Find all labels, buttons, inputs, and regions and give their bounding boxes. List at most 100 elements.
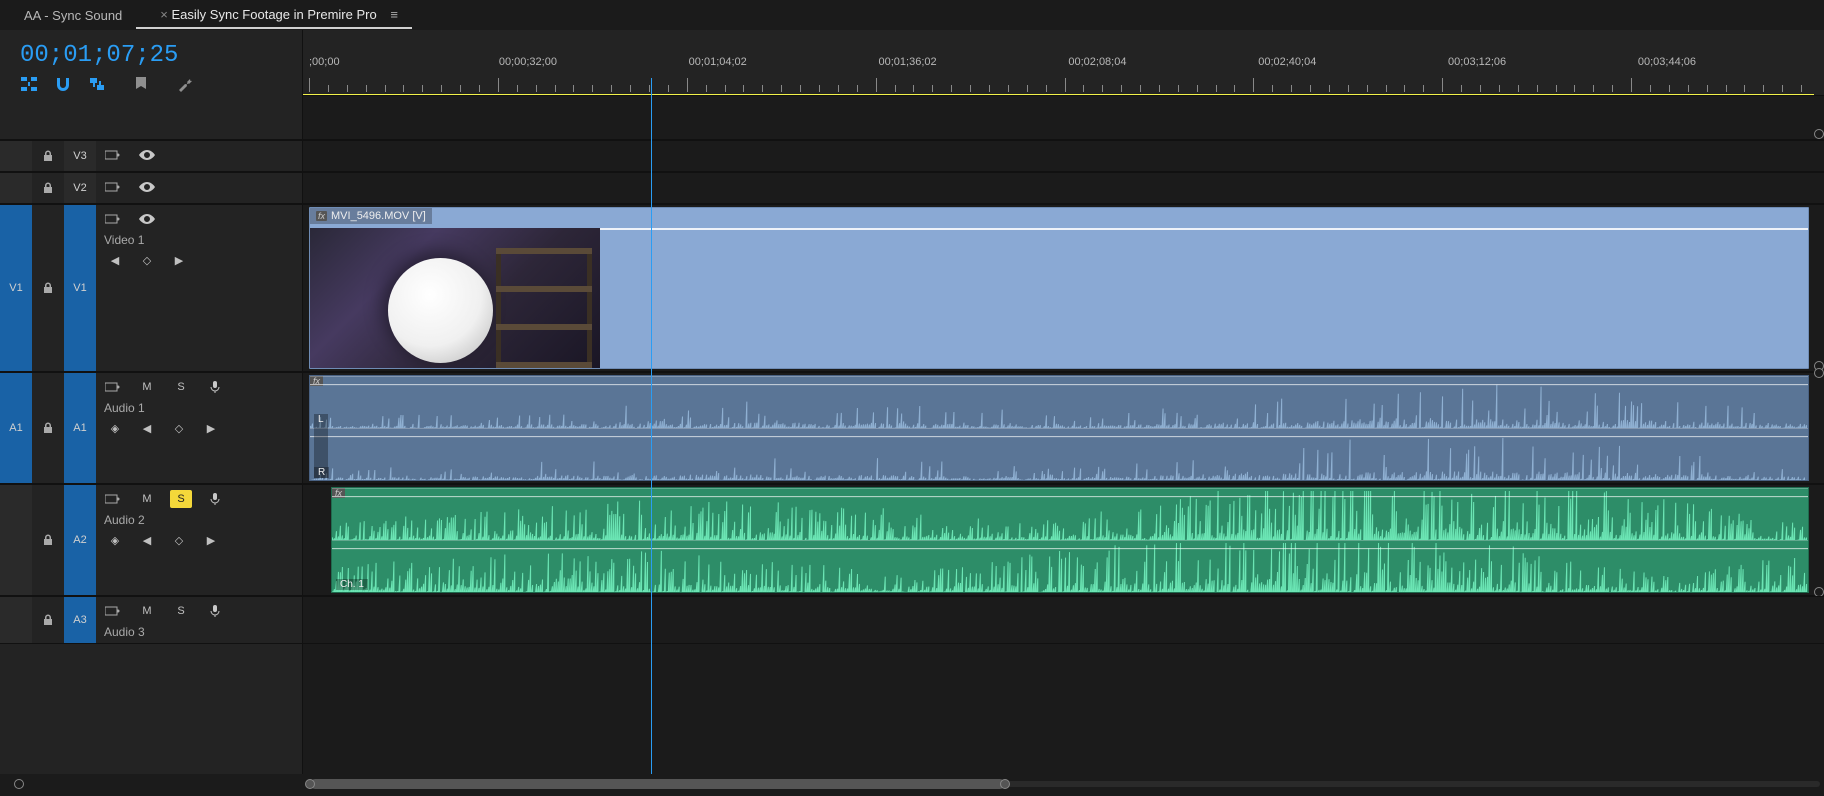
solo-button[interactable]: S [170,602,192,620]
playhead-timecode[interactable]: 00;01;07;25 [0,30,302,71]
track-label: Audio 1 [102,401,296,415]
sequence-tab[interactable]: AA - Sync Sound [10,2,136,28]
keyframe-nav: ◈ ◀ ◇ ▶ [102,531,296,549]
horizontal-zoom-scrollbar[interactable] [0,774,1824,794]
track-header-v1: V1 V1 Video 1 ◀ ◇ ▶ [0,204,302,372]
sync-lock-icon[interactable] [102,146,124,164]
waveform-channel-r [310,428,1808,480]
source-patch-v1[interactable]: V1 [0,205,32,371]
zoom-handle-icon[interactable] [1000,779,1010,789]
keyframe-mode-icon[interactable]: ◈ [104,419,126,437]
sequence-tab-active[interactable]: × Easily Sync Footage in Premire Pro ≡ [136,1,412,29]
lock-toggle-v1[interactable] [32,205,64,371]
source-patch-v3[interactable] [0,141,32,171]
track-header-v2: V2 [0,172,302,204]
prev-keyframe-icon[interactable]: ◀ [136,419,158,437]
source-patch-a1[interactable]: A1 [0,373,32,483]
fx-badge-icon[interactable]: fx [316,211,327,221]
prev-keyframe-icon[interactable]: ◀ [136,531,158,549]
scrollbar-track[interactable] [310,781,1820,787]
close-icon[interactable]: × [160,7,168,22]
video-clip[interactable]: fx MVI_5496.MOV [V] [309,207,1809,369]
target-patch-v3[interactable]: V3 [64,141,96,171]
sync-lock-icon[interactable] [102,210,124,228]
sync-lock-icon[interactable] [102,490,124,508]
sequence-tabs-bar: AA - Sync Sound × Easily Sync Footage in… [0,0,1824,30]
add-keyframe-icon[interactable]: ◇ [136,251,158,269]
track-row-a3[interactable] [303,596,1824,644]
target-patch-a2[interactable]: A2 [64,485,96,595]
linked-selection-icon[interactable] [88,75,106,93]
track-row-v1[interactable]: fx MVI_5496.MOV [V] [303,204,1824,372]
solo-button-active[interactable]: S [170,490,192,508]
channel-label-r: R [314,467,329,478]
snap-icon[interactable] [54,75,72,93]
track-row-v3[interactable] [303,140,1824,172]
next-keyframe-icon[interactable]: ▶ [200,419,222,437]
ruler-label: 00;01;36;02 [879,56,937,68]
keyframe-nav: ◈ ◀ ◇ ▶ [102,419,296,437]
sync-lock-icon[interactable] [102,602,124,620]
waveform-channel [332,540,1808,592]
track-row-a2[interactable]: fx Ch. 1 [303,484,1824,596]
target-patch-v2[interactable]: V2 [64,173,96,203]
zoom-handle-icon[interactable] [305,779,315,789]
source-patch-a3[interactable] [0,597,32,643]
audio-clip-a1[interactable]: fx L R [309,375,1809,481]
track-resize-handle-icon[interactable] [1814,368,1824,378]
panel-menu-icon[interactable]: ≡ [390,7,398,22]
scrollbar-thumb[interactable] [310,779,1005,789]
source-patch-a2[interactable] [0,485,32,595]
ruler-label: 00;02;40;04 [1258,56,1316,68]
target-patch-a1[interactable]: A1 [64,373,96,483]
ruler-label: 00;02;08;04 [1068,56,1126,68]
spacer-top [303,95,1824,140]
next-keyframe-icon[interactable]: ▶ [200,531,222,549]
mute-button[interactable]: M [136,378,158,396]
mute-button[interactable]: M [136,602,158,620]
mute-button[interactable]: M [136,490,158,508]
track-row-v2[interactable] [303,172,1824,204]
audio-clip-a2[interactable]: fx Ch. 1 [331,487,1809,593]
target-patch-a3[interactable]: A3 [64,597,96,643]
eye-icon[interactable] [136,146,158,164]
add-keyframe-icon[interactable]: ◇ [168,531,190,549]
voiceover-mic-icon[interactable] [204,378,226,396]
timeline-body: V3 V2 V1 V1 [0,95,1824,774]
eye-icon[interactable] [136,178,158,196]
lock-toggle-v3[interactable] [32,141,64,171]
solo-button[interactable]: S [170,378,192,396]
add-keyframe-icon[interactable]: ◇ [168,419,190,437]
zoom-handle-left-icon[interactable] [14,779,24,789]
prev-keyframe-icon[interactable]: ◀ [104,251,126,269]
clip-thumbnail [310,228,600,368]
target-patch-v1[interactable]: V1 [64,205,96,371]
lock-toggle-v2[interactable] [32,173,64,203]
time-ruler[interactable]: ;00;0000;00;32;0000;01;04;0200;01;36;020… [303,56,1814,92]
keyframe-mode-icon[interactable]: ◈ [104,531,126,549]
next-keyframe-icon[interactable]: ▶ [168,251,190,269]
settings-wrench-icon[interactable] [176,75,194,93]
source-patch-v2[interactable] [0,173,32,203]
clip-content-area[interactable]: fx MVI_5496.MOV [V] fx L R fx [303,95,1824,774]
waveform-channel-l [310,376,1808,428]
timeline-header-left: 00;01;07;25 [0,30,303,95]
markers-icon[interactable] [132,75,150,93]
ruler-label: 00;03;44;06 [1638,56,1696,68]
lock-toggle-a2[interactable] [32,485,64,595]
lock-toggle-a3[interactable] [32,597,64,643]
track-row-a1[interactable]: fx L R [303,372,1824,484]
sync-lock-icon[interactable] [102,378,124,396]
eye-icon[interactable] [136,210,158,228]
clip-name: MVI_5496.MOV [V] [331,210,426,222]
nest-icon[interactable] [20,75,38,93]
timeline-toolbar [0,71,302,93]
sync-lock-icon[interactable] [102,178,124,196]
lock-toggle-a1[interactable] [32,373,64,483]
track-header-v3: V3 [0,140,302,172]
voiceover-mic-icon[interactable] [204,602,226,620]
ruler-label: 00;01;04;02 [689,56,747,68]
voiceover-mic-icon[interactable] [204,490,226,508]
track-resize-handle-icon[interactable] [1814,129,1824,139]
time-ruler-area[interactable]: ;00;0000;00;32;0000;01;04;0200;01;36;020… [303,30,1824,95]
